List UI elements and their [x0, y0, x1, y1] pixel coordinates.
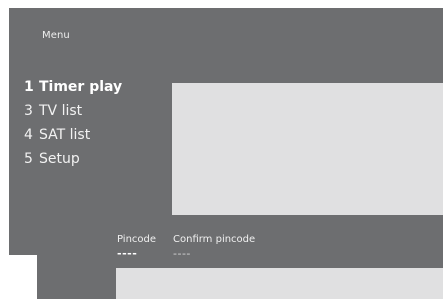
menu-item-setup[interactable]: 5 Setup [24, 151, 122, 175]
pincode-dialog: Pincode Confirm pincode ---- ---- [37, 215, 443, 299]
menu-item-timer-play[interactable]: 1 Timer play [24, 79, 122, 103]
menu-item-sat-list[interactable]: 4 SAT list [24, 127, 122, 151]
menu-item-label: SAT list [39, 127, 91, 143]
pincode-input[interactable]: ---- [117, 247, 137, 260]
confirm-pincode-label: Confirm pincode [173, 234, 256, 245]
pincode-entry-area [116, 268, 443, 299]
pincode-label: Pincode [117, 234, 157, 245]
menu-item-label: Timer play [39, 79, 123, 95]
menu-item-number: 1 [24, 79, 34, 95]
confirm-pincode-input[interactable]: ---- [173, 247, 191, 260]
menu-item-label: Setup [39, 151, 80, 167]
menu-item-tv-list[interactable]: 3 TV list [24, 103, 122, 127]
menu-item-number: 5 [24, 151, 33, 167]
menu-item-number: 4 [24, 127, 33, 143]
menu-title: Menu [42, 30, 70, 41]
menu-item-label: TV list [39, 103, 83, 119]
menu-list: 1 Timer play 3 TV list 4 SAT list 5 Setu… [24, 79, 122, 175]
menu-item-number: 3 [24, 103, 33, 119]
